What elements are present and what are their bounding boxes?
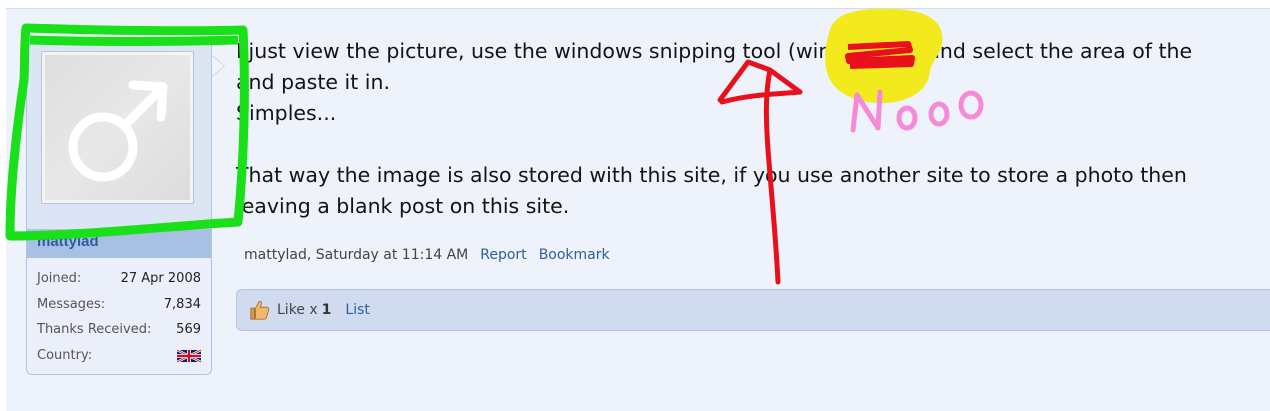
post-meta: mattylad, Saturday at 11:14 AM Report Book… xyxy=(244,247,610,263)
stat-value: 569 xyxy=(176,322,201,337)
username-link[interactable]: mattylad xyxy=(26,230,212,258)
avatar[interactable] xyxy=(41,51,194,204)
stat-label: Country: xyxy=(37,347,93,363)
male-symbol-icon xyxy=(68,80,168,182)
like-count: 1 xyxy=(321,302,332,318)
likes-list-link[interactable]: List xyxy=(345,302,369,318)
message-line: and paste it in. xyxy=(236,70,390,94)
uk-flag-icon xyxy=(177,348,201,363)
message-line: That way the image is also stored with t… xyxy=(236,163,1187,187)
stat-thanks: Thanks Received: 569 xyxy=(37,321,201,347)
stat-joined: Joined: 27 Apr 2008 xyxy=(37,270,201,296)
stat-label: Joined: xyxy=(37,271,82,286)
user-stats-panel: Joined: 27 Apr 2008 Messages: 7,834 Than… xyxy=(26,258,212,375)
stat-value[interactable]: 7,834 xyxy=(164,296,201,322)
likes-summary: Like x 1 List xyxy=(249,299,370,321)
message-line: leaving a blank post on this site. xyxy=(236,194,570,218)
post-timestamp[interactable]: , Saturday at 11:14 AM xyxy=(307,247,468,263)
message-line xyxy=(236,129,1270,160)
stat-label: Thanks Received: xyxy=(37,322,152,337)
message-line: I just view the picture, use the windows… xyxy=(236,39,1193,63)
default-avatar-image xyxy=(45,55,190,200)
post-message: I just view the picture, use the windows… xyxy=(236,36,1270,222)
thumbs-up-icon xyxy=(250,300,270,320)
likes-summary-bar: Like x 1 List xyxy=(236,289,1270,331)
stat-value: 27 Apr 2008 xyxy=(120,271,201,286)
report-link[interactable]: Report xyxy=(480,247,526,263)
stat-messages: Messages: 7,834 xyxy=(37,296,201,322)
message-line: Simples... xyxy=(236,101,337,125)
speech-arrow xyxy=(212,56,224,76)
stat-country: Country: xyxy=(37,347,201,373)
like-label: Like x xyxy=(277,302,318,318)
bookmark-link[interactable]: Bookmark xyxy=(539,247,610,263)
post-author-link[interactable]: mattylad xyxy=(244,247,307,263)
stat-label: Messages: xyxy=(37,296,106,312)
